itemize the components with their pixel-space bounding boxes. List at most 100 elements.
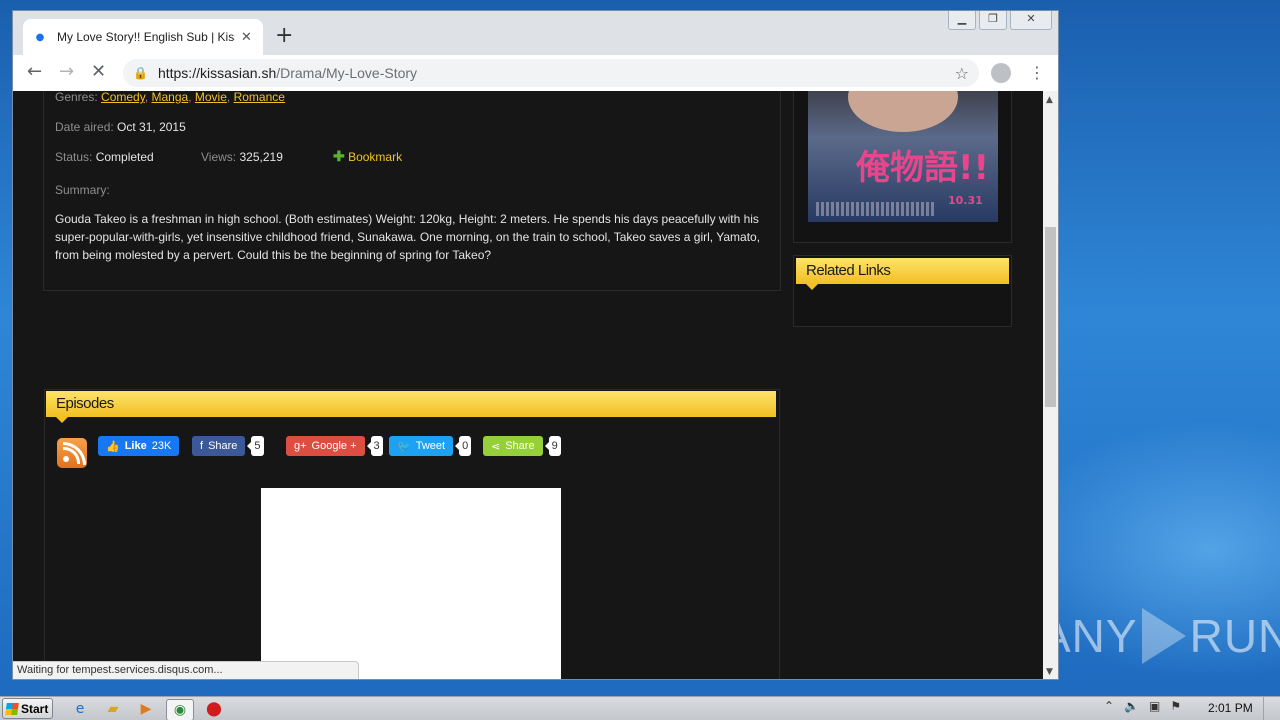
url-host: https://kissasian.sh (157, 65, 277, 81)
facebook-like-widget[interactable]: 👍 Like 23K (98, 436, 180, 456)
google-plus-button[interactable]: g+ Google + (286, 436, 365, 456)
loading-favicon-icon: ● (35, 31, 45, 43)
genre-link-movie[interactable]: Movie (195, 91, 227, 104)
page-scrollbar[interactable]: ▲ ▼ (1043, 91, 1058, 679)
facebook-icon: f (200, 440, 204, 452)
url-path: /Drama/My-Love-Story (276, 65, 418, 81)
poster-face-art (848, 91, 958, 132)
status-value: Completed (95, 150, 154, 164)
anyrun-watermark: ANY RUN (1040, 608, 1280, 664)
back-arrow-icon[interactable]: ← (27, 61, 42, 83)
google-plus-widget[interactable]: g+ Google + 3 (286, 436, 383, 456)
system-tray: ⌃ 🔈 ▣ ⚑ (1104, 699, 1181, 713)
forward-arrow-icon[interactable]: → (59, 61, 74, 83)
browser-toolbar: ← → ✕ 🔒 https://kissasian.sh/Drama/My-Lo… (13, 55, 1058, 92)
tweet-button[interactable]: 🐦 Tweet (389, 436, 454, 456)
taskbar-clock[interactable]: 2:01 PM (1208, 701, 1253, 715)
thumbs-up-icon: 👍 (106, 440, 120, 453)
new-tab-button[interactable]: + (275, 25, 293, 47)
google-plus-icon: g+ (294, 440, 307, 452)
genre-link-comedy[interactable]: Comedy (101, 91, 145, 104)
date-aired-label: Date aired: (55, 120, 114, 134)
like-count: 23K (151, 440, 172, 452)
media-player-icon[interactable]: ▶ (136, 699, 156, 719)
twitter-widget[interactable]: 🐦 Tweet 0 (389, 436, 472, 456)
facebook-share-widget[interactable]: f Share 5 (192, 436, 264, 456)
browser-menu-icon[interactable]: ⋮ (1029, 63, 1045, 82)
page-content: Genres: Comedy, Manga, Movie, Romance Da… (13, 91, 1043, 679)
poster-title-art: 俺物語!! (856, 148, 990, 188)
show-desktop-button[interactable] (1263, 697, 1280, 720)
views-row: Views: 325,219 (201, 150, 283, 164)
window-controls: ▁ ❐ ✕ (945, 11, 1052, 30)
google-plus-count: 3 (366, 436, 383, 456)
share-icon: ⋖ (491, 440, 501, 453)
drama-info-panel: Genres: Comedy, Manga, Movie, Romance Da… (43, 91, 781, 291)
minimize-button[interactable]: ▁ (948, 11, 976, 30)
page-viewport: Genres: Comedy, Manga, Movie, Romance Da… (13, 91, 1043, 679)
date-aired-value: Oct 31, 2015 (117, 120, 186, 134)
facebook-share-button[interactable]: f Share (192, 436, 246, 456)
facebook-like-button[interactable]: 👍 Like 23K (98, 436, 180, 456)
browser-status-bar: Waiting for tempest.services.disqus.com.… (13, 661, 359, 679)
browser-tab[interactable]: ● My Love Story!! English Sub | KissAs ✕ (23, 19, 263, 55)
close-window-button[interactable]: ✕ (1010, 11, 1052, 30)
poster-date: 10.31 (948, 194, 983, 207)
summary-text: Gouda Takeo is a freshman in high school… (55, 212, 761, 262)
views-label: Views: (201, 150, 237, 164)
bookmark-link[interactable]: ✚ Bookmark (333, 148, 402, 165)
start-button[interactable]: Start (2, 698, 53, 719)
bookmark-label[interactable]: Bookmark (348, 150, 402, 164)
genres-label: Genres: (55, 91, 98, 104)
tray-expand-icon[interactable]: ⌃ (1104, 699, 1114, 713)
lock-icon: 🔒 (133, 66, 148, 80)
poster-credits-art (816, 202, 936, 216)
address-bar[interactable]: 🔒 https://kissasian.sh/Drama/My-Love-Sto… (123, 59, 979, 87)
related-links-box: Related Links (793, 255, 1012, 327)
header-notch (806, 284, 818, 290)
start-label: Start (21, 701, 49, 716)
summary-label: Summary: (55, 183, 110, 197)
related-links-title: Related Links (806, 262, 891, 279)
genres-row: Genres: Comedy, Manga, Movie, Romance (55, 91, 285, 104)
url-text[interactable]: https://kissasian.sh/Drama/My-Love-Story (158, 65, 417, 81)
restore-button[interactable]: ❐ (979, 11, 1007, 30)
volume-icon[interactable]: 🔈 (1124, 699, 1139, 713)
date-aired-row: Date aired: Oct 31, 2015 (55, 120, 186, 134)
stop-loading-icon[interactable]: ✕ (91, 61, 106, 83)
bookmark-star-icon[interactable]: ☆ (955, 64, 969, 83)
generic-share-widget[interactable]: ⋖ Share 9 (483, 436, 561, 456)
like-label: Like (124, 440, 147, 452)
action-center-flag-icon[interactable]: ⚑ (1170, 699, 1181, 713)
rss-feed-icon[interactable] (57, 438, 87, 468)
status-label: Status: (55, 150, 93, 164)
episodes-header: Episodes (46, 391, 776, 423)
share-button[interactable]: ⋖ Share (483, 436, 543, 456)
internet-explorer-icon[interactable]: e (70, 699, 90, 719)
scroll-down-icon[interactable]: ▼ (1046, 667, 1053, 677)
episodes-title: Episodes (56, 395, 114, 412)
tweet-count: 0 (455, 436, 472, 456)
title-bar: ● My Love Story!! English Sub | KissAs ✕… (13, 11, 1058, 55)
scroll-up-icon[interactable]: ▲ (1046, 95, 1053, 105)
loading-ad-frame (261, 488, 561, 679)
file-explorer-icon[interactable]: ▰ (103, 699, 123, 719)
windows-logo-icon (5, 702, 19, 715)
tab-close-icon[interactable]: ✕ (241, 30, 252, 45)
chrome-icon[interactable]: ◉ (166, 699, 194, 720)
tab-title: My Love Story!! English Sub | KissAs (57, 30, 235, 44)
genre-link-romance[interactable]: Romance (234, 91, 285, 104)
play-icon (1141, 608, 1186, 664)
genre-link-manga[interactable]: Manga (152, 91, 189, 104)
views-value: 325,219 (239, 150, 283, 164)
network-icon[interactable]: ▣ (1149, 699, 1160, 713)
google-plus-label: Google + (311, 440, 357, 452)
related-links-header: Related Links (796, 258, 1009, 290)
scrollbar-thumb[interactable] (1045, 227, 1056, 407)
share-count: 9 (544, 436, 561, 456)
opera-icon[interactable]: ⬤ (204, 699, 224, 719)
browser-window: ● My Love Story!! English Sub | KissAs ✕… (12, 10, 1059, 680)
tweet-label: Tweet (415, 440, 446, 452)
profile-avatar[interactable] (991, 63, 1011, 83)
drama-poster-image[interactable]: 俺物語!! 10.31 (808, 91, 998, 222)
